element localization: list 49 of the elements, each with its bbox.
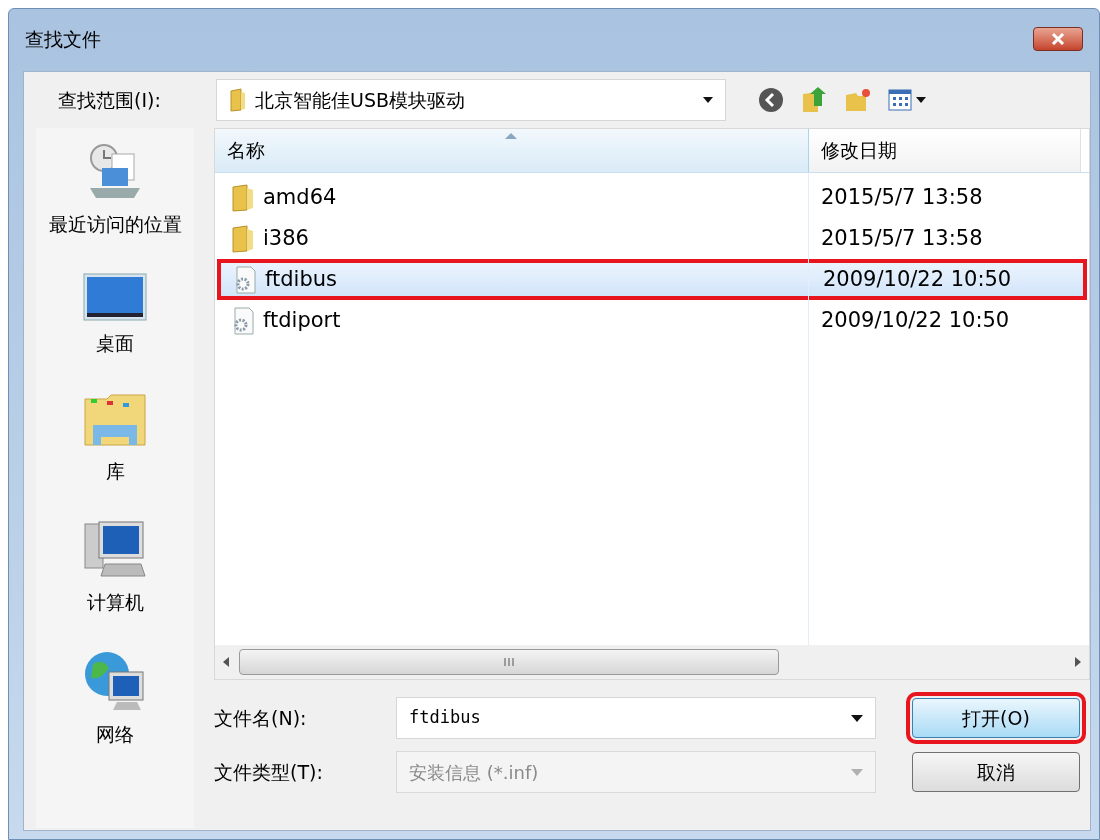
desktop-icon (83, 272, 147, 321)
settings-file-icon (233, 265, 257, 294)
file-name-field[interactable]: ftdibus (396, 697, 876, 739)
file-row[interactable]: ftdibus 2009/10/22 10:50 (217, 259, 1087, 300)
places-item[interactable]: 桌面 (83, 272, 147, 357)
places-item[interactable]: 计算机 (83, 519, 147, 616)
look-in-value: 北京智能佳USB模块驱动 (255, 87, 466, 113)
grip-icon (503, 658, 515, 666)
dropdown-arrow-icon (851, 714, 863, 722)
file-name: ftdiport (263, 306, 341, 334)
network-icon (83, 650, 147, 712)
file-name: ftdibus (265, 265, 337, 293)
close-button[interactable] (1033, 27, 1083, 51)
file-type-label: 文件类型(T): (214, 759, 324, 785)
scroll-right-icon[interactable] (1073, 657, 1081, 667)
look-in-label: 查找范围(I): (58, 87, 162, 113)
dropdown-arrow-icon[interactable] (916, 97, 926, 103)
folder-icon (231, 183, 255, 212)
close-icon (1051, 33, 1065, 45)
dropdown-arrow-icon (703, 97, 713, 103)
up-folder-icon[interactable] (800, 86, 828, 114)
library-icon (83, 391, 147, 449)
places-item[interactable]: 最近访问的位置 (48, 142, 182, 239)
folder-icon (231, 224, 255, 253)
file-name-label: 文件名(N): (214, 705, 308, 731)
modified-date: 2015/5/7 13:58 (820, 224, 983, 252)
settings-file-icon (231, 306, 255, 335)
modified-date: 2009/10/22 10:50 (820, 306, 1010, 334)
file-name: amd64 (263, 183, 337, 211)
window-title: 查找文件 (25, 26, 101, 52)
column-header[interactable]: 名称 (215, 129, 809, 172)
scrollbar-thumb[interactable] (239, 649, 779, 675)
back-icon[interactable] (758, 87, 784, 113)
column-header[interactable]: 修改日期 (809, 129, 1081, 172)
new-folder-icon[interactable] (844, 87, 872, 113)
places-item[interactable]: 网络 (83, 650, 147, 749)
look-in-dropdown[interactable]: 北京智能佳USB模块驱动 (216, 79, 726, 121)
horizontal-scrollbar[interactable] (215, 645, 1089, 679)
view-menu-icon[interactable] (888, 89, 912, 111)
sort-arrow-icon (505, 133, 517, 139)
scroll-left-icon[interactable] (223, 657, 231, 667)
cancel-button[interactable]: 取消 (912, 752, 1080, 792)
modified-date: 2009/10/22 10:50 (822, 265, 1012, 293)
computer-icon (83, 519, 147, 580)
places-item[interactable]: 库 (83, 391, 147, 486)
dropdown-arrow-icon (851, 768, 863, 776)
file-name: i386 (263, 224, 309, 252)
folder-icon (229, 88, 247, 112)
modified-date: 2015/5/7 13:58 (820, 183, 983, 211)
